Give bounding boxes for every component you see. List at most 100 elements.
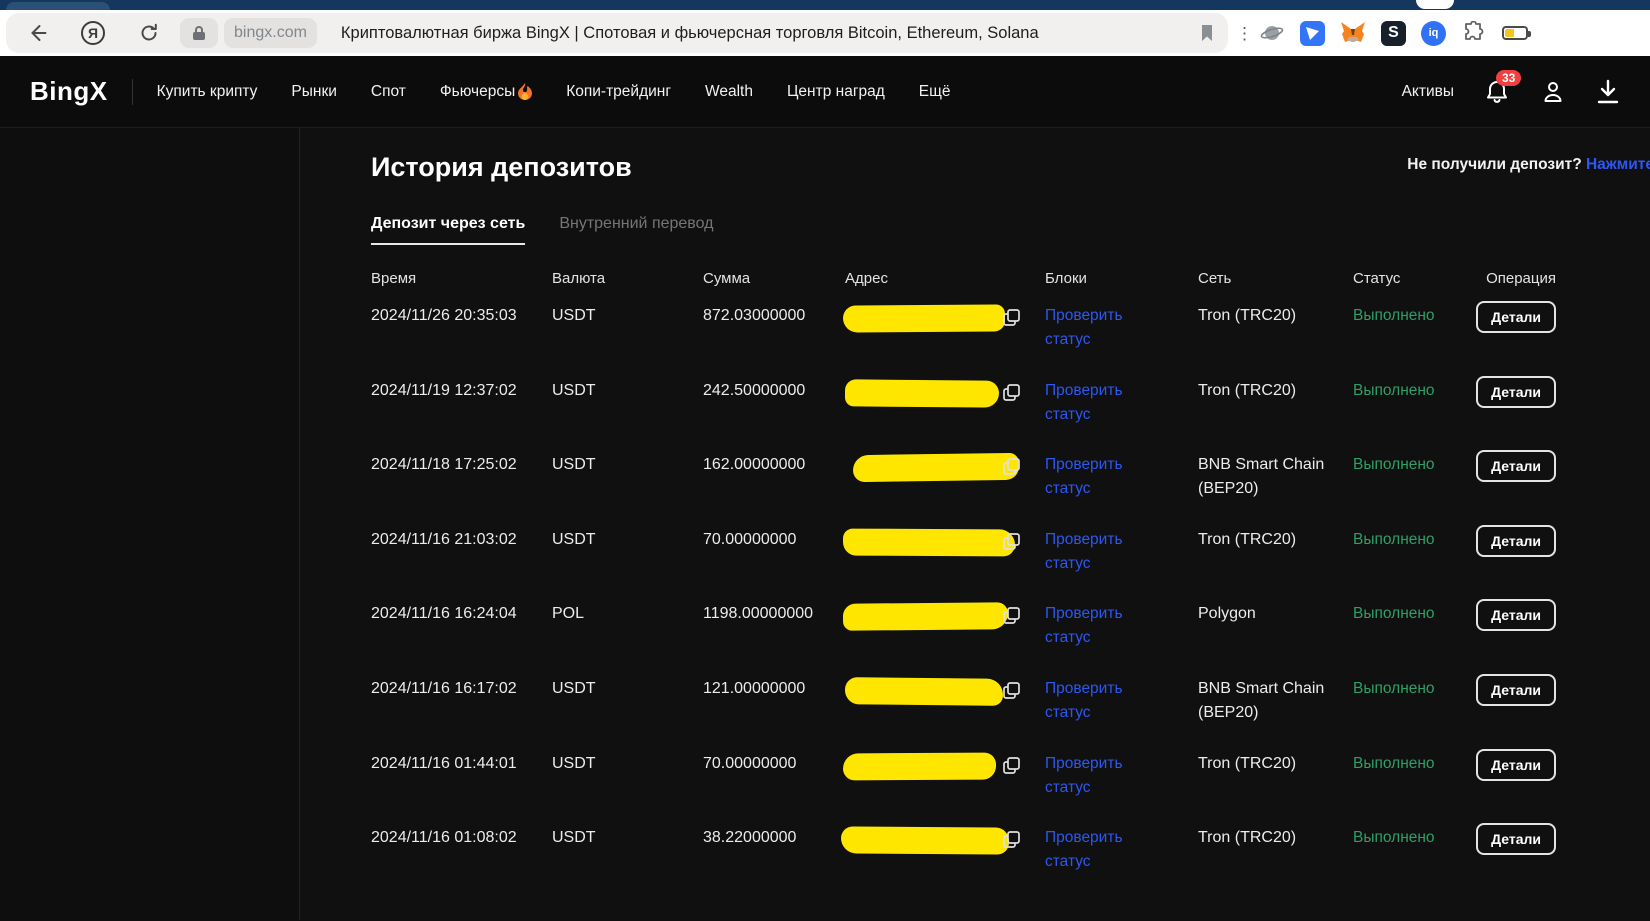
copy-address-icon[interactable]: [1003, 309, 1020, 326]
cell-amount: 1198.00000000: [703, 602, 845, 626]
bingx-nav-bar: BingX Купить крипту Рынки Спот Фьючерсы …: [0, 56, 1650, 128]
deposit-history-main: История депозитов Не получили депозит? Н…: [300, 128, 1650, 920]
bookmark-flag-icon[interactable]: [1200, 24, 1214, 42]
nav-item-markets[interactable]: Рынки: [291, 83, 336, 101]
cell-blocks: Проверить статус: [1045, 677, 1198, 725]
details-button[interactable]: Детали: [1476, 823, 1556, 855]
address-redaction: [845, 379, 999, 407]
metamask-extension-icon[interactable]: [1340, 20, 1366, 46]
check-status-link[interactable]: Проверить статус: [1045, 677, 1198, 725]
cell-blocks: Проверить статус: [1045, 528, 1198, 576]
copy-address-icon[interactable]: [1003, 682, 1020, 699]
nav-item-copy-trading[interactable]: Копи-трейдинг: [566, 83, 671, 101]
check-status-link[interactable]: Проверить статус: [1045, 453, 1198, 501]
cell-network: Tron (TRC20): [1198, 304, 1353, 328]
details-button[interactable]: Детали: [1476, 525, 1556, 557]
table-row: 2024/11/19 12:37:02 USDT 242.50000000 Пр…: [371, 370, 1556, 445]
cell-status: Выполнено: [1353, 602, 1483, 626]
nav-item-more[interactable]: Ещё: [919, 83, 951, 101]
cell-network: Tron (TRC20): [1198, 379, 1353, 403]
cell-time: 2024/11/26 20:35:03: [371, 304, 552, 328]
check-status-link[interactable]: Проверить статус: [1045, 379, 1198, 427]
deposit-help-link[interactable]: Нажмите: [1586, 156, 1650, 173]
omnibox[interactable]: Я bingx.com Криптовалютная биржа BingX |…: [6, 13, 1228, 53]
browser-tab-notch: [1416, 0, 1454, 9]
cell-status: Выполнено: [1353, 826, 1483, 850]
cell-operation: Детали: [1483, 528, 1556, 557]
copy-address-icon[interactable]: [1003, 757, 1020, 774]
details-button[interactable]: Детали: [1476, 301, 1556, 333]
cell-status: Выполнено: [1353, 453, 1483, 477]
nav-item-futures[interactable]: Фьючерсы: [440, 83, 532, 101]
address-redaction: [843, 603, 1008, 631]
address-redaction: [841, 827, 1009, 855]
battery-icon[interactable]: [1502, 20, 1528, 46]
cell-currency: POL: [552, 602, 703, 626]
check-status-link[interactable]: Проверить статус: [1045, 304, 1198, 352]
cell-network: Tron (TRC20): [1198, 752, 1353, 776]
table-row: 2024/11/16 01:44:01 USDT 70.00000000 Про…: [371, 743, 1556, 818]
cell-network: BNB Smart Chain (BEP20): [1198, 677, 1353, 725]
tab-internal-transfer[interactable]: Внутренний перевод: [559, 215, 713, 245]
details-button[interactable]: Детали: [1476, 376, 1556, 408]
notifications-bell-icon[interactable]: 33: [1484, 79, 1510, 105]
back-icon[interactable]: [20, 16, 54, 50]
header-time: Время: [371, 270, 552, 287]
cell-time: 2024/11/16 21:03:02: [371, 528, 552, 552]
nav-menu: Купить крипту Рынки Спот Фьючерсы Копи-т…: [157, 83, 951, 101]
cell-amount: 242.50000000: [703, 379, 845, 403]
nav-item-spot[interactable]: Спот: [371, 83, 406, 101]
browser-tab-strip: [0, 0, 1650, 10]
planet-extension-icon[interactable]: [1259, 20, 1285, 46]
check-status-link[interactable]: Проверить статус: [1045, 528, 1198, 576]
bingx-logo[interactable]: BingX: [30, 76, 108, 107]
address-redaction: [853, 453, 1019, 482]
status-completed: Выполнено: [1353, 456, 1435, 473]
details-button[interactable]: Детали: [1476, 599, 1556, 631]
nav-item-buy-crypto[interactable]: Купить крипту: [157, 83, 258, 101]
ssl-lock-icon[interactable]: [180, 18, 218, 48]
cell-status: Выполнено: [1353, 752, 1483, 776]
refresh-icon[interactable]: [132, 16, 166, 50]
download-app-icon[interactable]: [1596, 79, 1620, 105]
copy-address-icon[interactable]: [1003, 458, 1020, 475]
url-chip[interactable]: bingx.com: [224, 18, 317, 48]
copy-address-icon[interactable]: [1003, 831, 1020, 848]
header-status: Статус: [1353, 270, 1483, 287]
copy-address-icon[interactable]: [1003, 533, 1020, 550]
address-redaction: [843, 304, 1005, 332]
extensions-puzzle-icon[interactable]: [1461, 20, 1487, 46]
copy-address-icon[interactable]: [1003, 607, 1020, 624]
address-redaction: [843, 752, 996, 780]
browser-active-tab[interactable]: [6, 2, 110, 10]
check-status-link[interactable]: Проверить статус: [1045, 826, 1198, 874]
nav-item-wealth[interactable]: Wealth: [705, 83, 753, 101]
tab-deposit-via-network[interactable]: Депозит через сеть: [371, 215, 525, 245]
cell-operation: Детали: [1483, 602, 1556, 631]
nav-item-rewards[interactable]: Центр наград: [787, 83, 885, 101]
s-extension-icon[interactable]: S: [1381, 21, 1406, 46]
iq-extension-icon[interactable]: iq: [1421, 21, 1446, 46]
check-status-link[interactable]: Проверить статус: [1045, 752, 1198, 800]
status-completed: Выполнено: [1353, 829, 1435, 846]
deposit-table: Время Валюта Сумма Адрес Блоки Сеть Стат…: [371, 261, 1556, 892]
profile-icon[interactable]: [1540, 79, 1566, 105]
cell-operation: Детали: [1483, 677, 1556, 706]
browser-menu-icon[interactable]: ⋮: [1236, 31, 1244, 36]
cell-currency: USDT: [552, 379, 703, 403]
cell-operation: Детали: [1483, 304, 1556, 333]
tronlink-extension-icon[interactable]: [1300, 21, 1325, 46]
assets-link[interactable]: Активы: [1402, 83, 1454, 101]
details-button[interactable]: Детали: [1476, 749, 1556, 781]
details-button[interactable]: Детали: [1476, 674, 1556, 706]
check-status-link[interactable]: Проверить статус: [1045, 602, 1198, 650]
table-row: 2024/11/16 16:24:04 POL 1198.00000000 Пр…: [371, 593, 1556, 668]
copy-address-icon[interactable]: [1003, 384, 1020, 401]
header-blocks: Блоки: [1045, 270, 1198, 287]
status-completed: Выполнено: [1353, 307, 1435, 324]
cell-time: 2024/11/16 01:08:02: [371, 826, 552, 850]
details-button[interactable]: Детали: [1476, 450, 1556, 482]
cell-network: Tron (TRC20): [1198, 528, 1353, 552]
cell-currency: USDT: [552, 453, 703, 477]
yandex-icon[interactable]: Я: [76, 16, 110, 50]
